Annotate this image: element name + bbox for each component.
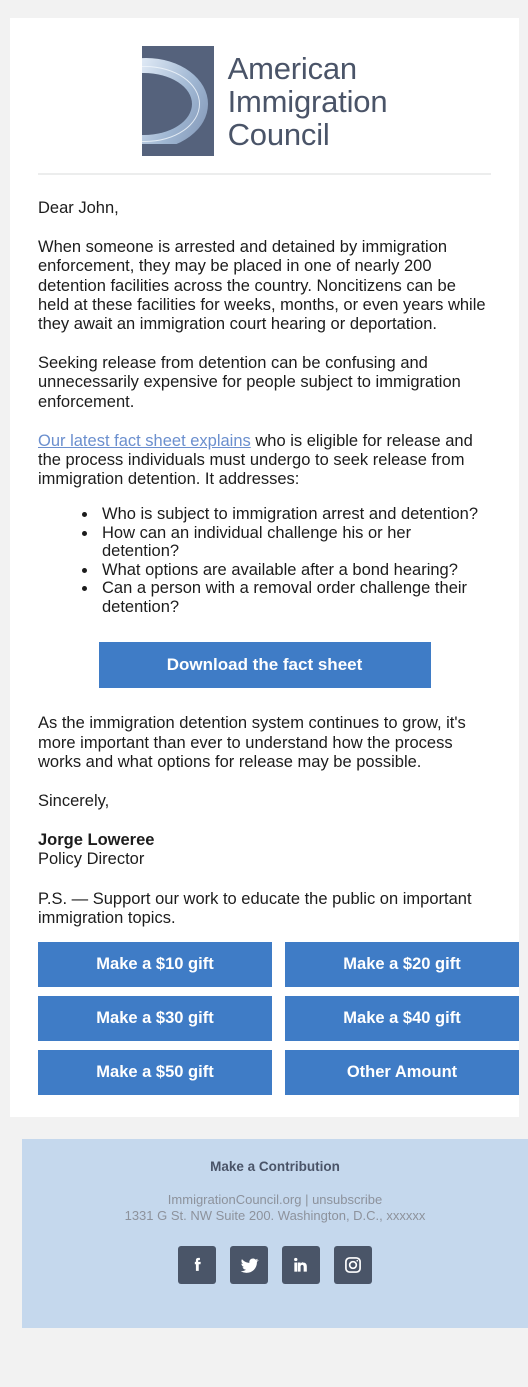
organization-logo: American Immigration Council (141, 46, 388, 156)
postscript: P.S. — Support our work to educate the p… (38, 889, 472, 927)
cta-container: Download the fact sheet (38, 636, 491, 714)
gift-button-20[interactable]: Make a $20 gift (285, 942, 519, 988)
twitter-icon[interactable] (230, 1246, 268, 1284)
logo-wordmark: American Immigration Council (228, 46, 388, 156)
list-item: What options are available after a bond … (98, 561, 491, 580)
footer-links-line: ImmigrationCouncil.org | unsubscribe (22, 1192, 528, 1208)
signature-title: Policy Director (38, 850, 145, 869)
instagram-icon[interactable] (334, 1246, 372, 1284)
paragraph-closing-argument: As the immigration detention system cont… (38, 714, 466, 771)
linkedin-icon[interactable] (282, 1246, 320, 1284)
fact-sheet-link[interactable]: Our latest fact sheet explains (38, 432, 251, 450)
logo-word-american: American (227, 50, 358, 86)
footer-separator: | (301, 1192, 313, 1207)
footer-contribution-heading: Make a Contribution (210, 1159, 340, 1174)
list-item: Who is subject to immigration arrest and… (98, 505, 491, 524)
logo-swoosh-icon (141, 46, 214, 156)
email-body: Dear John, When someone is arrested and … (10, 175, 519, 928)
list-item: Can a person with a removal order challe… (98, 579, 491, 616)
gift-button-30[interactable]: Make a $30 gift (38, 996, 272, 1042)
email-page: American Immigration Council Dear John, … (0, 0, 528, 1387)
logo-word-council: Council (227, 116, 330, 152)
gift-button-other-amount[interactable]: Other Amount (285, 1050, 519, 1096)
gift-button-10[interactable]: Make a $10 gift (38, 942, 272, 988)
download-fact-sheet-button[interactable]: Download the fact sheet (98, 642, 431, 689)
logo-word-immigration: Immigration (227, 83, 388, 119)
email-header: American Immigration Council (10, 18, 519, 175)
email-card: American Immigration Council Dear John, … (10, 18, 519, 1118)
gift-button-50[interactable]: Make a $50 gift (38, 1050, 272, 1096)
salutation: Dear John, (38, 199, 119, 217)
signature-name: Jorge Loweree (38, 831, 155, 850)
footer-unsubscribe-link[interactable]: unsubscribe (312, 1192, 382, 1207)
fact-sheet-topics-list: Who is subject to immigration arrest and… (38, 505, 491, 616)
social-links-row (22, 1246, 528, 1284)
signature-block: Jorge Loweree Policy Director (38, 831, 491, 869)
facebook-icon[interactable] (178, 1246, 216, 1284)
closing-salutation: Sincerely, (38, 792, 110, 811)
paragraph-release-cost: Seeking release from detention can be co… (38, 354, 461, 411)
donation-button-grid: Make a $10 gift Make a $20 gift Make a $… (38, 928, 519, 1117)
footer-address: 1331 G St. NW Suite 200. Washington, D.C… (124, 1208, 426, 1223)
paragraph-detention-overview: When someone is arrested and detained by… (38, 238, 486, 334)
list-item: How can an individual challenge his or h… (98, 524, 491, 561)
email-footer: Make a Contribution ImmigrationCouncil.o… (22, 1139, 528, 1328)
footer-website-link[interactable]: ImmigrationCouncil.org (168, 1192, 302, 1207)
paragraph-fact-sheet-intro: Our latest fact sheet explains who is el… (38, 432, 491, 490)
gift-button-40[interactable]: Make a $40 gift (285, 996, 519, 1042)
